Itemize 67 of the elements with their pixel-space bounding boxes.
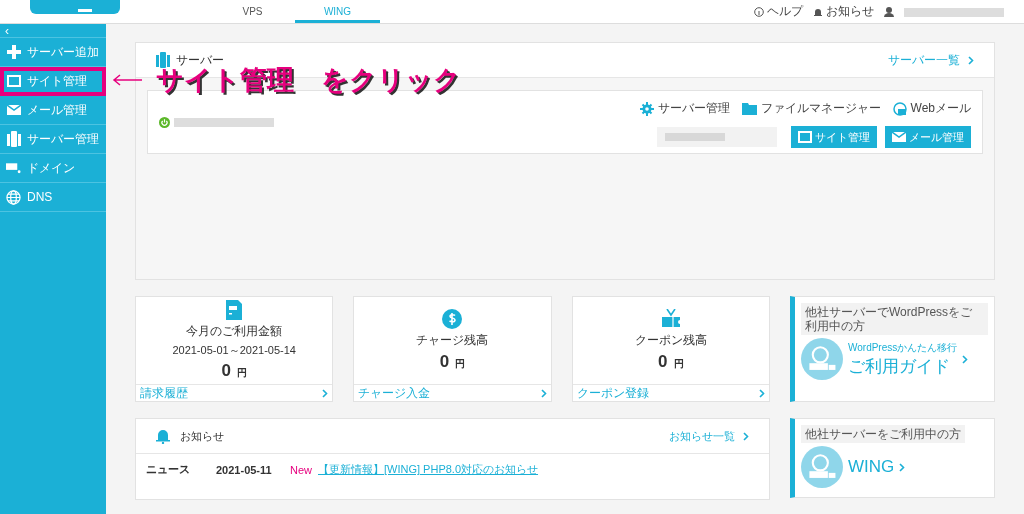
server-icon (156, 52, 170, 68)
annotation-arrow (112, 74, 142, 86)
banner-caption: 他社サーバーをご利用中の方 (801, 425, 965, 443)
card-link[interactable]: 請求履歴 (136, 384, 333, 401)
domain-icon (6, 162, 21, 174)
window-icon (798, 131, 812, 143)
bell-icon (813, 6, 823, 17)
dollar-coin-icon (442, 309, 463, 329)
banner-lead: WordPressかんたん移行 (848, 340, 958, 355)
action-button[interactable]: メール管理 (885, 126, 971, 148)
header-link[interactable]: ヘルプ (754, 3, 803, 20)
card-title: 今月のご利用金額 (186, 323, 283, 340)
panel-title: サーバー (176, 51, 224, 68)
banner-caption: 他社サーバーでWordPressをご利用中の方 (801, 303, 988, 335)
chevron-right-icon (962, 354, 969, 364)
window-icon (6, 75, 21, 87)
webmail-icon (892, 101, 907, 116)
server-tool-link[interactable]: Webメール (892, 100, 971, 117)
bell-icon (156, 428, 170, 444)
amount-value: 0 (658, 352, 668, 372)
chevron-right-icon (743, 431, 749, 441)
chevron-right-icon (968, 55, 974, 65)
card-title: チャージ残高 (416, 332, 489, 349)
notice-link[interactable]: 【更新情報】[WING] PHP8.0対応のお知らせ (318, 462, 539, 477)
info-icon (754, 6, 764, 17)
notice-list-link[interactable]: お知らせ一覧 (669, 428, 749, 444)
banner-headline: ご利用ガイド (848, 355, 951, 378)
plus-icon (6, 45, 21, 59)
server-icon (6, 131, 21, 147)
server-list-link[interactable]: サーバー一覧 (888, 51, 974, 69)
promo-banner[interactable]: 他社サーバーでWordPressをご利用中の方 WordPressかんたん移行 ご利用ガイド (790, 296, 995, 402)
mail-icon (6, 105, 21, 115)
amount-value: 0 (221, 361, 231, 381)
billing-period: 2021-05-01～2021-05-14 (172, 343, 296, 358)
currency-unit: 円 (455, 357, 466, 371)
coupon-icon (660, 309, 681, 329)
header-link[interactable]: お知らせ (813, 3, 874, 20)
nav-tab[interactable]: VPS (210, 0, 295, 23)
chevron-right-icon (322, 388, 329, 398)
action-button[interactable]: サイト管理 (791, 126, 877, 148)
currency-unit: 円 (236, 366, 247, 380)
card-title: クーポン残高 (634, 332, 707, 349)
invoice-icon (226, 300, 243, 320)
sidebar-item[interactable]: サイト管理 (0, 67, 106, 96)
notice-category: ニュース (146, 462, 191, 477)
mail-icon (892, 132, 906, 142)
server-tool-link[interactable]: サーバー管理 (639, 100, 730, 117)
sidebar-item[interactable]: サーバー管理 (0, 125, 106, 154)
card-link[interactable]: チャージ入金 (354, 384, 551, 401)
notice-date: 2021-05-11 (216, 463, 273, 476)
chevron-right-icon (759, 388, 765, 398)
chevron-right-icon (540, 388, 547, 398)
user-icon[interactable] (884, 6, 894, 17)
card-link[interactable]: クーポン登録 (572, 384, 769, 401)
server-tool-link[interactable]: ファイルマネージャー (741, 100, 881, 117)
logo-icon[interactable] (30, 0, 120, 14)
new-label: New (290, 463, 313, 476)
folder-icon (741, 102, 757, 115)
currency-unit: 円 (673, 357, 684, 371)
promo-banner[interactable]: 他社サーバーをご利用中の方 WING (790, 418, 995, 498)
annotation-text: サイト管理 をクリック (156, 65, 461, 97)
panel-title: お知らせ (180, 428, 224, 444)
gear-icon (639, 101, 654, 116)
chevron-right-icon (899, 462, 906, 472)
globe-icon (6, 189, 21, 205)
amount-value: 0 (439, 352, 450, 372)
banner-headline: WING (848, 457, 895, 477)
